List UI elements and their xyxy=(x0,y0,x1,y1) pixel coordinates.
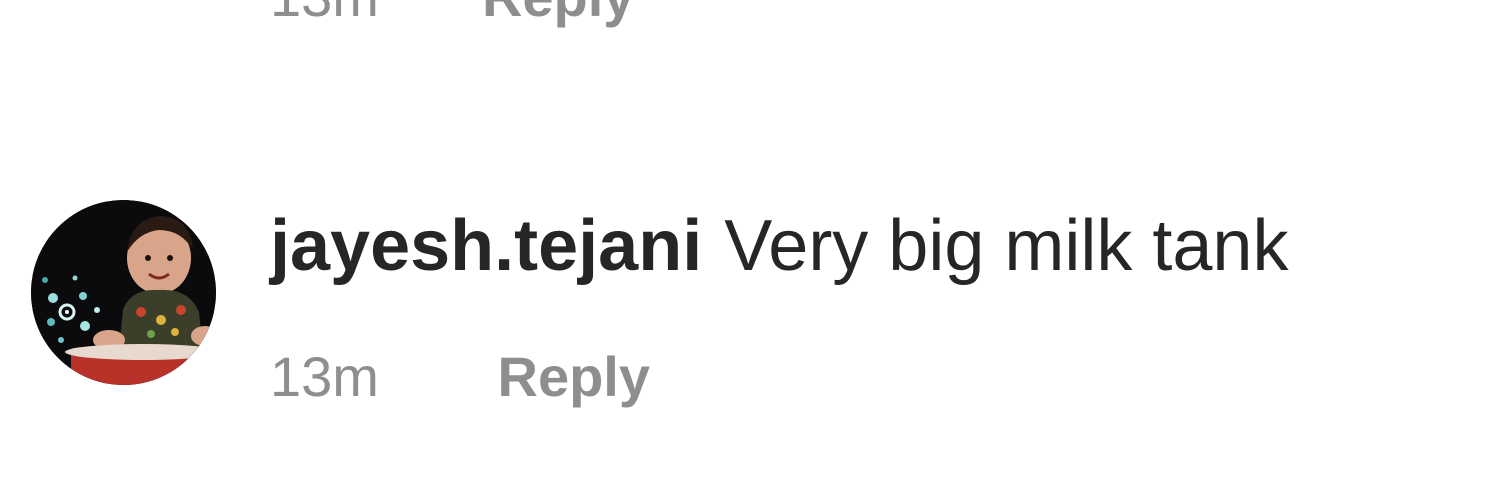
comment-text: Very big milk tank xyxy=(724,206,1289,286)
previous-comment-timestamp: 13m xyxy=(270,0,379,29)
comment-meta: 13m Reply xyxy=(270,342,650,412)
comment-body: jayesh.tejani Very big milk tank xyxy=(270,206,1288,286)
comment-username[interactable]: jayesh.tejani xyxy=(270,206,702,286)
previous-comment-meta: 13m Reply xyxy=(270,0,635,29)
avatar[interactable] xyxy=(31,200,216,385)
reply-button[interactable]: Reply xyxy=(498,345,651,408)
avatar-photo xyxy=(31,200,216,385)
comment-timestamp: 13m xyxy=(270,345,379,408)
previous-reply-button[interactable]: Reply xyxy=(482,0,635,29)
